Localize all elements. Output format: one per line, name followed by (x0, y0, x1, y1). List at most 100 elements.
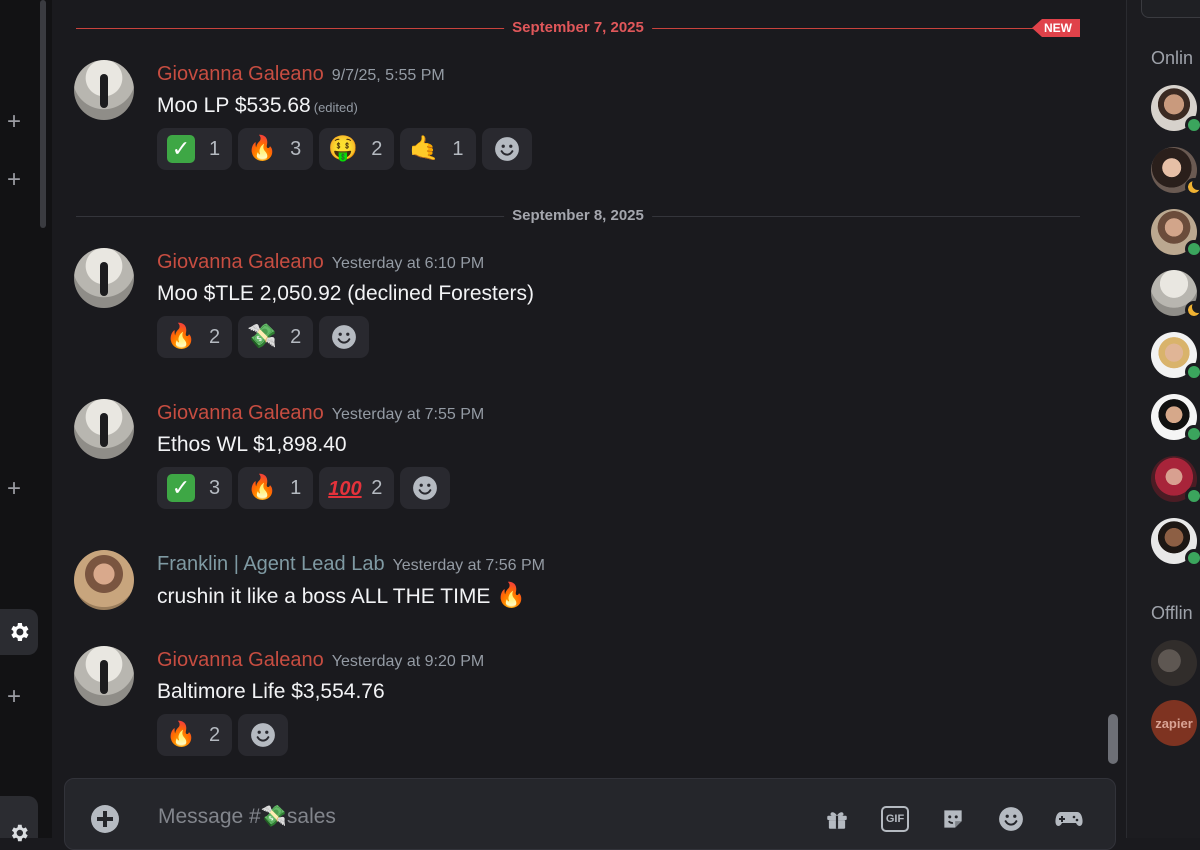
avatar[interactable] (74, 550, 134, 610)
message-composer[interactable]: Message #💸sales GIF (64, 778, 1116, 850)
fire-icon: 🔥 (247, 135, 278, 162)
money-with-wings-icon: 💸 (260, 805, 287, 828)
member-count-box (1141, 0, 1200, 18)
zapier-logo: zapier (1155, 715, 1193, 731)
gift-icon (827, 812, 847, 829)
message-text: Moo LP $535.68 (edited) (157, 94, 358, 117)
online-status-icon (1185, 549, 1200, 567)
message-text: crushin it like a boss ALL THE TIME 🔥 (157, 582, 527, 609)
author-name[interactable]: Franklin | Agent Lead Lab (157, 553, 385, 575)
gamepad-icon (1055, 812, 1083, 826)
chat-scrollbar-thumb[interactable] (1108, 714, 1118, 764)
add-reaction-button[interactable] (319, 316, 370, 358)
reaction-check-mark-button[interactable]: ✓ 3 (157, 467, 233, 509)
server-rail-scrollbar[interactable] (40, 0, 46, 228)
message-text: Moo $TLE 2,050.92 (declined Foresters) (157, 282, 535, 305)
add-reaction-button[interactable] (481, 128, 532, 170)
edited-tag: (edited) (313, 100, 358, 115)
reaction-check-mark-button[interactable]: ✓ 1 (157, 128, 233, 170)
money-with-wings-icon: 💸 (247, 323, 278, 350)
avatar[interactable] (74, 399, 134, 459)
author-name[interactable]: Giovanna Galeano (157, 251, 324, 273)
member-avatar[interactable] (1151, 640, 1197, 686)
reaction-money-with-wings[interactable]: 💸 2 (238, 316, 314, 358)
timestamp: Yesterday at 6:10 PM (331, 255, 485, 272)
fire-icon: 🔥 (247, 474, 278, 501)
smiley-icon (413, 476, 438, 500)
fire-icon: 🔥 (166, 721, 196, 748)
reaction-bar: ✓ 1 🔥 3 🤑 2 🤙 1 (157, 128, 532, 170)
reaction-count: 2 (209, 723, 221, 746)
member-avatar[interactable] (1151, 209, 1200, 258)
add-reaction-button[interactable] (238, 714, 289, 756)
call-me-hand-icon: 🤙 (409, 135, 440, 162)
offline-group-header: Offlin (1151, 603, 1193, 623)
new-messages-badge[interactable]: NEW (1032, 19, 1080, 37)
member-avatar[interactable] (1151, 270, 1200, 319)
reaction-money-mouth-face[interactable]: 🤑 2 (319, 128, 395, 170)
avatar[interactable] (74, 248, 134, 308)
date-divider-new: September 7, 2025 NEW (76, 18, 1080, 38)
message-text: Baltimore Life $3,554.76 (157, 680, 385, 703)
reaction-count: 1 (452, 137, 464, 160)
add-reaction-button[interactable] (400, 467, 451, 509)
chat-area: September 7, 2025 NEW Giovanna Galeano 9/… (52, 0, 1124, 850)
add-icon[interactable]: + (4, 168, 24, 192)
member-avatar[interactable] (1151, 394, 1200, 443)
reaction-count: 3 (290, 137, 302, 160)
reaction-fire[interactable]: 🔥 1 (238, 467, 314, 509)
member-avatar-zapier[interactable]: zapier (1151, 700, 1197, 746)
date-divider: September 8, 2025 (76, 206, 1080, 226)
member-avatar[interactable] (1151, 332, 1200, 381)
sticker-icon (944, 810, 962, 828)
gift-button[interactable] (823, 805, 851, 833)
emoji-button[interactable] (997, 805, 1025, 833)
reaction-fire[interactable]: 🔥 2 (157, 714, 233, 756)
member-list: Onlin Offlin zapier (1126, 0, 1200, 838)
add-icon[interactable]: + (4, 685, 24, 709)
gear-icon (11, 824, 28, 842)
online-status-icon (1185, 240, 1200, 258)
author-name[interactable]: Giovanna Galeano (157, 649, 324, 671)
reaction-hundred-points[interactable]: 100 2 (319, 467, 395, 509)
member-avatar[interactable] (1151, 518, 1200, 567)
idle-status-icon (1185, 178, 1200, 196)
reaction-bar: ✓ 3 🔥 1 100 2 (157, 467, 451, 509)
reaction-bar: 🔥 2 💸 2 (157, 316, 370, 358)
idle-status-icon (1185, 301, 1200, 319)
smiley-icon (494, 137, 519, 161)
reaction-count: 2 (371, 137, 383, 160)
reaction-fire[interactable]: 🔥 3 (238, 128, 314, 170)
user-settings-button[interactable] (0, 796, 38, 842)
money-mouth-face-icon: 🤑 (328, 135, 359, 162)
reaction-call-me-hand[interactable]: 🤙 1 (400, 128, 476, 170)
member-avatar[interactable] (1151, 456, 1200, 505)
member-avatar[interactable] (1151, 85, 1200, 134)
message-input[interactable]: Message #💸sales (158, 805, 336, 829)
activities-button[interactable] (1055, 805, 1083, 833)
message-text: Ethos WL $1,898.40 (157, 433, 347, 456)
reaction-count: 2 (290, 325, 302, 348)
reaction-count: 1 (290, 476, 302, 499)
online-status-icon (1185, 116, 1200, 134)
settings-button[interactable] (0, 609, 38, 655)
avatar[interactable] (74, 60, 134, 120)
timestamp: 9/7/25, 5:55 PM (331, 67, 445, 84)
online-status-icon (1185, 425, 1200, 443)
sticker-button[interactable] (939, 805, 967, 833)
upload-plus-button[interactable] (91, 805, 119, 833)
avatar[interactable] (74, 646, 134, 706)
member-avatar[interactable] (1151, 147, 1200, 196)
add-icon[interactable]: + (4, 110, 24, 134)
server-rail: + + + + (0, 0, 52, 842)
fire-icon: 🔥 (166, 323, 196, 350)
date-divider-label: September 8, 2025 (504, 206, 652, 226)
reaction-fire[interactable]: 🔥 2 (157, 316, 233, 358)
add-icon[interactable]: + (4, 477, 24, 501)
reaction-count: 2 (209, 325, 221, 348)
gif-button[interactable]: GIF (881, 805, 909, 833)
check-mark-icon: ✓ (167, 135, 195, 163)
reaction-count: 1 (209, 137, 221, 160)
author-name[interactable]: Giovanna Galeano (157, 63, 324, 85)
author-name[interactable]: Giovanna Galeano (157, 402, 324, 424)
